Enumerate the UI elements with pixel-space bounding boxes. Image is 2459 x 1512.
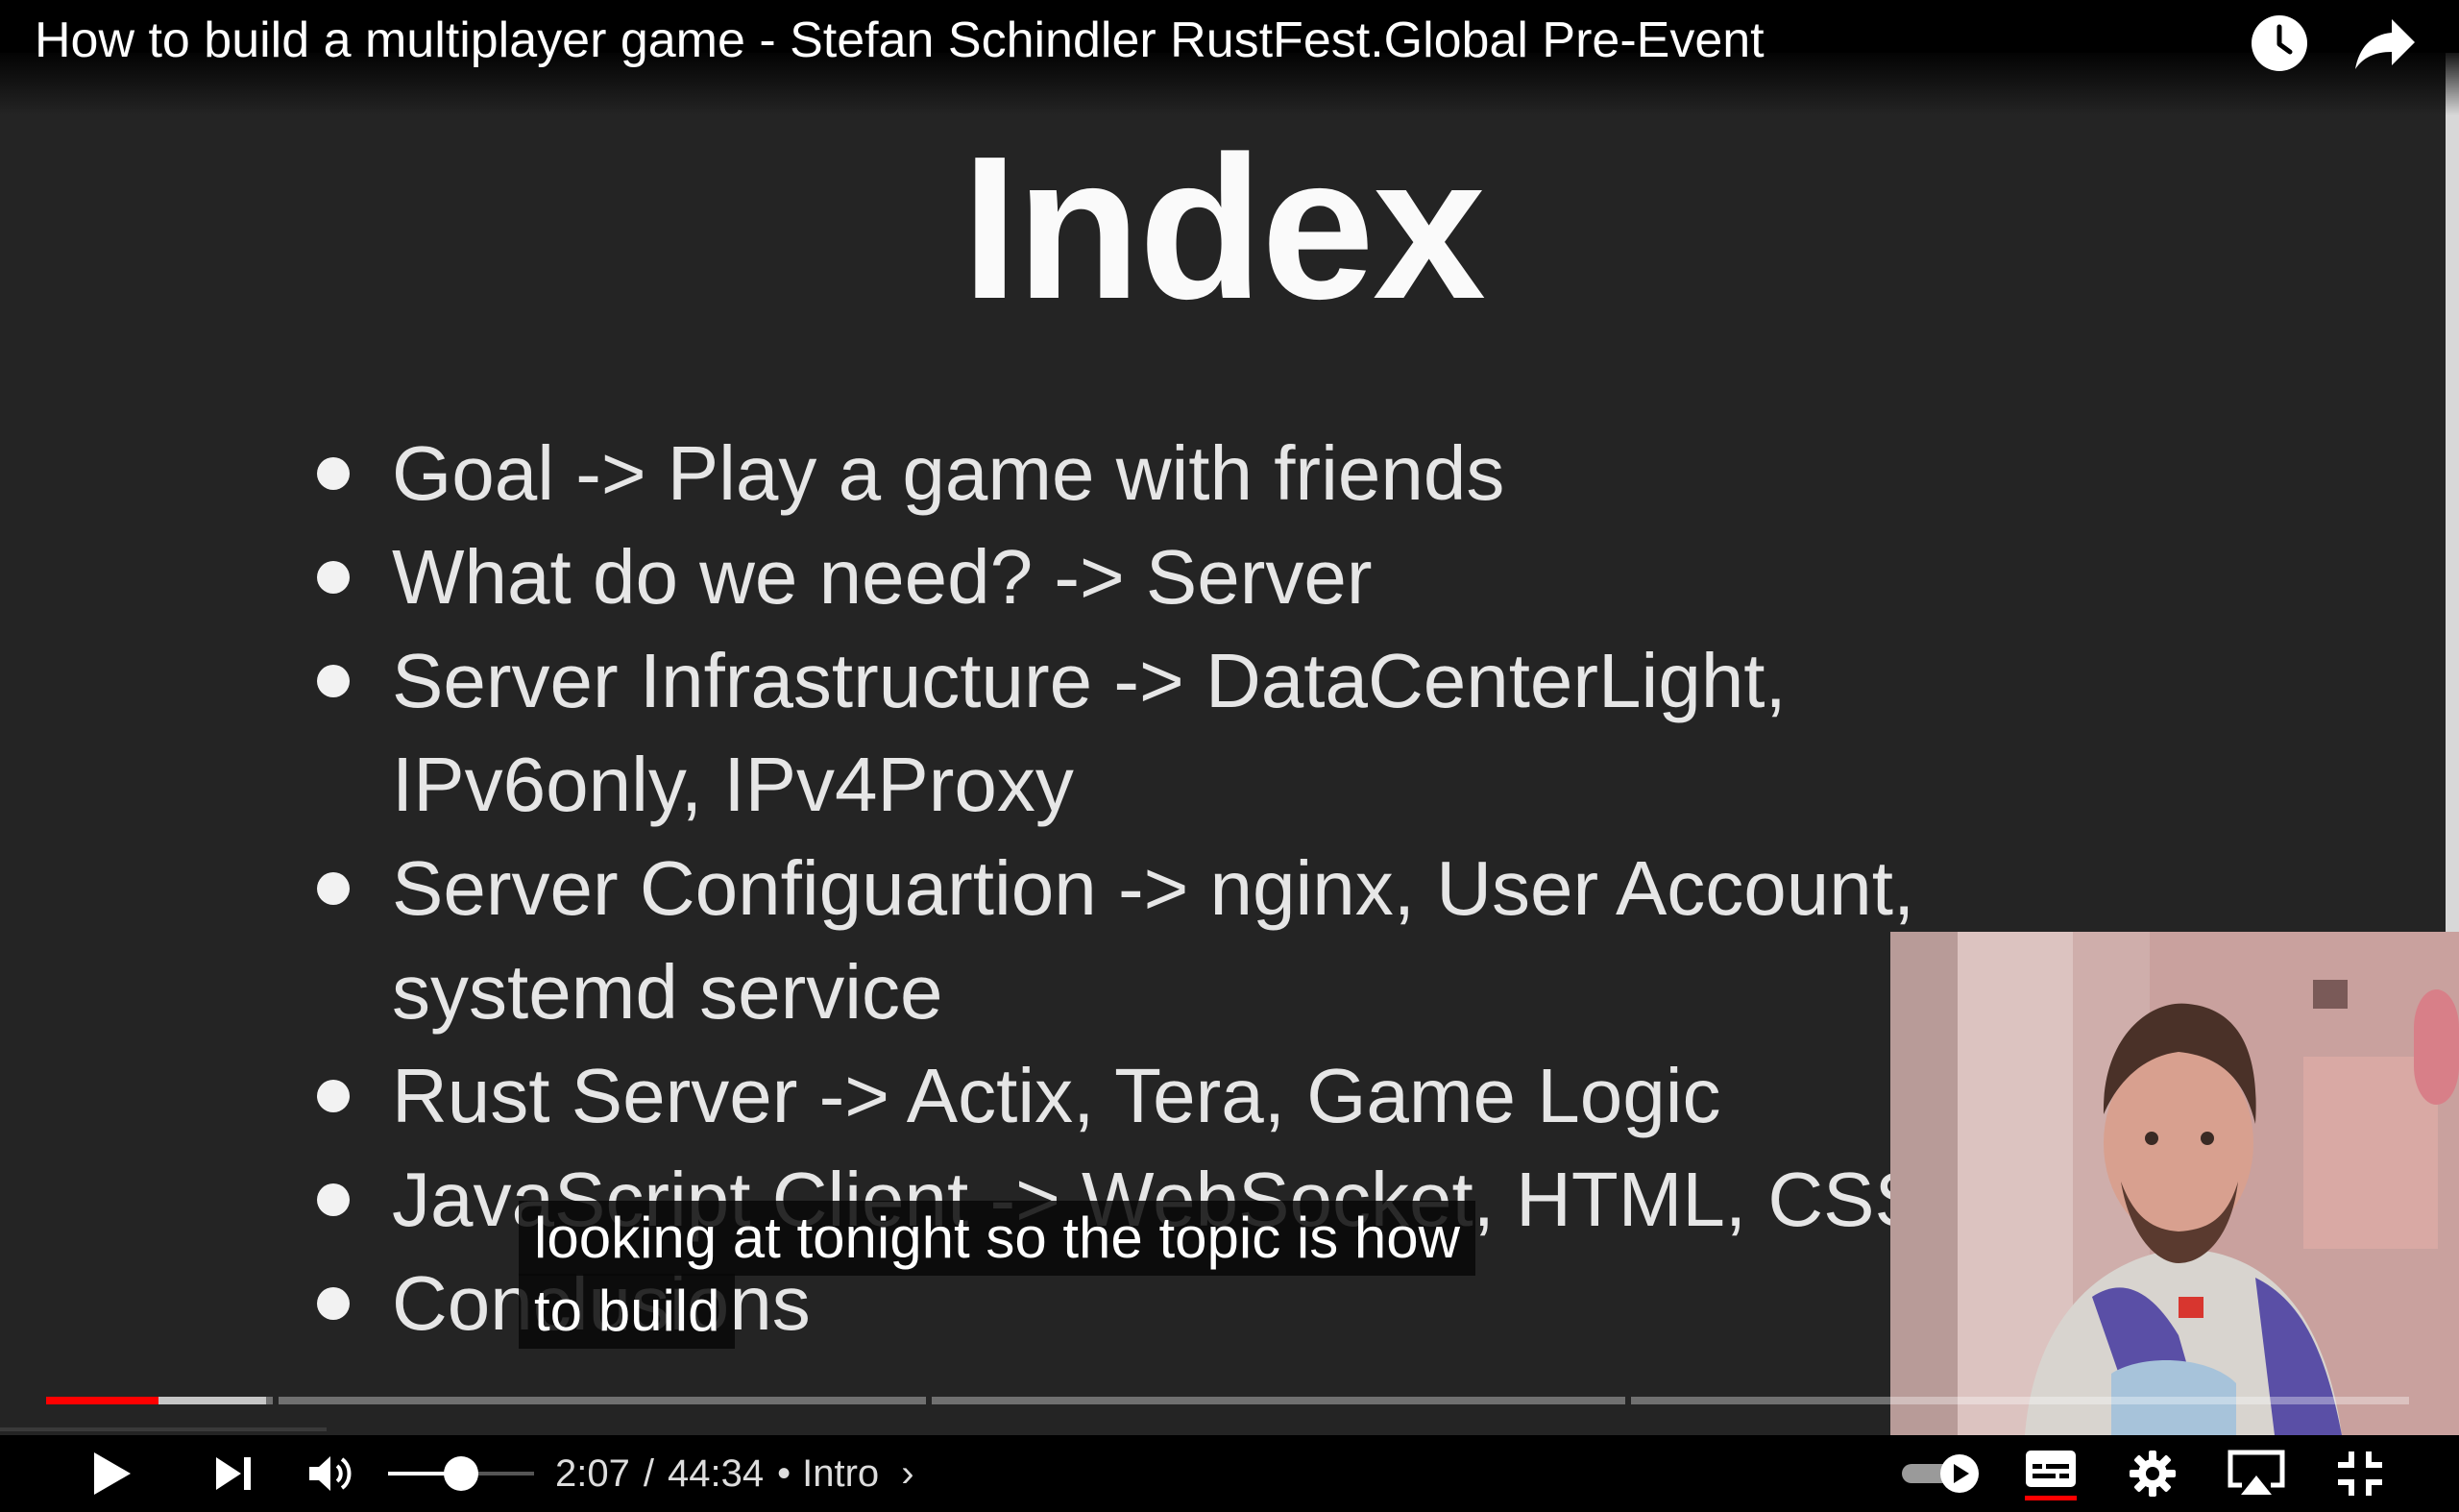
chapter-bullet: • (777, 1451, 791, 1495)
mute-button[interactable] (304, 1435, 359, 1512)
clock-icon[interactable] (2250, 13, 2309, 73)
play-icon (94, 1452, 131, 1495)
bullet-text: What do we need? -> Server (392, 534, 1373, 620)
time-display: 2:07 / 44:34 • Intro › (555, 1435, 914, 1512)
settings-button[interactable] (2123, 1435, 2182, 1512)
volume-icon (309, 1456, 352, 1491)
duration: 44:34 (667, 1451, 765, 1495)
next-button[interactable] (202, 1435, 265, 1512)
bullet-dot (317, 561, 350, 594)
chapter-title: Intro (802, 1451, 880, 1495)
subtitles-icon (2025, 1451, 2077, 1500)
bullet-dot (317, 1287, 350, 1320)
volume-knob[interactable] (444, 1456, 478, 1491)
bullet-text-continued: systemd service (392, 949, 943, 1035)
webcam-scene (1890, 932, 2459, 1435)
time-separator: / (643, 1451, 654, 1495)
autoplay-toggle-icon (1902, 1454, 1979, 1493)
bullet-dot (317, 665, 350, 697)
chapter-title-button[interactable]: Intro › (802, 1452, 914, 1496)
progress-bar[interactable] (46, 1397, 2409, 1404)
subtitles-active-indicator (2025, 1496, 2077, 1500)
bullet-text: Server Configuartion -> nginx, User Acco… (392, 845, 1915, 931)
video-player[interactable]: Index Goal -> Play a game with friends W… (0, 0, 2459, 1512)
chapter-segment[interactable] (1631, 1397, 2409, 1404)
chapter-segment[interactable] (932, 1397, 1625, 1404)
caption-line-1: looking at tonight so the topic is how (519, 1201, 1475, 1276)
volume-slider-track[interactable] (384, 1454, 538, 1493)
gear-icon (2130, 1451, 2176, 1497)
share-arrow-icon[interactable] (2353, 15, 2417, 73)
airplay-button[interactable] (2225, 1435, 2288, 1512)
bullet-dot (317, 872, 350, 905)
subtitles-button[interactable] (2021, 1435, 2081, 1512)
chevron-right-icon: › (901, 1451, 914, 1495)
chapter-segment[interactable] (279, 1397, 926, 1404)
progress-played (46, 1397, 158, 1404)
autoplay-toggle[interactable] (1900, 1435, 1983, 1512)
play-button[interactable] (81, 1435, 144, 1512)
bullet-text: Server Infrastructure -> DataCenterLight… (392, 638, 1787, 723)
bullet-text: Goal -> Play a game with friends (392, 430, 1505, 516)
slide-title: Index (962, 113, 1486, 341)
bullet-dot (317, 1183, 350, 1216)
current-time: 2:07 (555, 1451, 630, 1495)
video-title[interactable]: How to build a multiplayer game - Stefan… (35, 12, 1765, 69)
bullet-text-continued: IPv6only, IPv4Proxy (392, 742, 1074, 827)
airplay-icon (2228, 1450, 2285, 1495)
webcam-overlay (1890, 932, 2459, 1435)
bullet-dot (317, 1080, 350, 1112)
bullet-dot (317, 457, 350, 490)
exit-fullscreen-button[interactable] (2328, 1435, 2392, 1512)
volume-slider[interactable] (384, 1435, 538, 1512)
caption-line-2: to build (519, 1274, 736, 1349)
exit-fullscreen-icon (2338, 1451, 2382, 1496)
control-bar-accent (0, 1427, 327, 1431)
next-icon (216, 1457, 251, 1490)
control-bar (0, 1435, 2459, 1512)
bullet-text: Rust Server -> Actix, Tera, Game Logic (392, 1053, 1721, 1138)
